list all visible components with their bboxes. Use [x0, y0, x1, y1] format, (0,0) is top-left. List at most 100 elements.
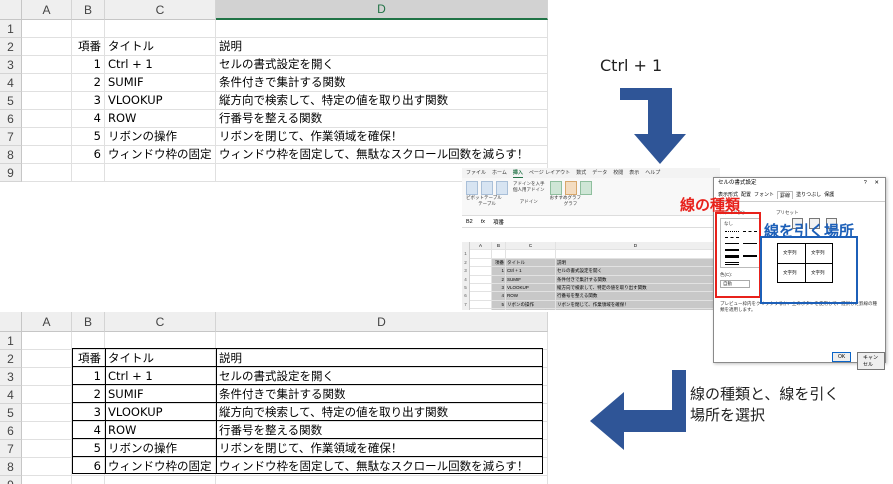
map-icon[interactable]	[564, 181, 577, 195]
pivot-table-icon[interactable]	[466, 181, 478, 195]
cell-d[interactable]: 縦方向で検索して、特定の値を取り出す関数	[216, 92, 548, 110]
row-number[interactable]: 8	[0, 458, 22, 476]
row-number[interactable]: 9	[0, 476, 22, 484]
cell-a[interactable]	[22, 386, 72, 404]
cell-b[interactable]	[72, 476, 105, 484]
mini-row-number[interactable]: 7	[462, 300, 470, 310]
cell-c[interactable]: タイトル	[105, 38, 216, 56]
cell-c[interactable]: ウィンドウ枠の固定	[105, 458, 216, 476]
mini-cell[interactable]	[470, 300, 492, 310]
mini-cell[interactable]: リボンの操作	[506, 300, 556, 310]
mini-column-header[interactable]: C	[506, 242, 556, 251]
cell-b[interactable]: 4	[72, 110, 105, 128]
cell-b[interactable]: 2	[72, 74, 105, 92]
row-number[interactable]: 4	[0, 386, 22, 404]
cell-c[interactable]	[105, 164, 216, 182]
mini-column-header[interactable]: D	[556, 242, 716, 251]
mini-cell[interactable]: Ctrl + 1	[506, 267, 556, 276]
mini-row-number[interactable]: 4	[462, 275, 470, 284]
column-header-d[interactable]: D	[216, 0, 548, 20]
cell-a[interactable]	[22, 458, 72, 476]
mini-cell[interactable]	[470, 275, 492, 284]
cell-b[interactable]: 3	[72, 92, 105, 110]
cell-a[interactable]	[22, 56, 72, 74]
ribbon-item-label[interactable]: 個人用アドイン	[513, 187, 545, 193]
mini-cell[interactable]: SUMIF	[506, 275, 556, 284]
dialog-tab[interactable]: フォント	[754, 191, 774, 199]
cell-b[interactable]: 5	[72, 128, 105, 146]
row-number[interactable]: 2	[0, 38, 22, 56]
ok-button[interactable]: OK	[832, 352, 852, 362]
column-header-c[interactable]: C	[105, 0, 216, 20]
cancel-button[interactable]: キャンセル	[857, 352, 885, 370]
mini-cell[interactable]: セルの書式設定を開く	[556, 267, 716, 276]
row-number[interactable]: 9	[0, 164, 22, 182]
dialog-tab[interactable]: 罫線	[777, 191, 794, 199]
cell-c[interactable]: VLOOKUP	[105, 92, 216, 110]
mini-row-number[interactable]: 1	[462, 250, 470, 259]
mini-cell[interactable]: 3	[492, 283, 506, 293]
mini-cell[interactable]: タイトル	[506, 258, 556, 268]
mini-cell[interactable]	[470, 283, 492, 293]
mini-cell[interactable]: 説明	[556, 258, 716, 268]
ribbon-tab[interactable]: 校閲	[613, 168, 623, 178]
mini-cell[interactable]: ウィンドウ枠の固定	[506, 309, 556, 310]
cell-b[interactable]: 項番	[72, 38, 105, 56]
cell-a[interactable]	[22, 110, 72, 128]
mini-cell[interactable]: ROW	[506, 292, 556, 301]
cell-c[interactable]: Ctrl + 1	[105, 56, 216, 74]
mini-row-number[interactable]: 8	[462, 309, 470, 310]
column-header-d[interactable]: D	[216, 312, 548, 332]
mini-cell[interactable]	[470, 267, 492, 276]
recommended-pivot-icon[interactable]	[481, 181, 493, 195]
column-header-a[interactable]: A	[22, 312, 72, 332]
cell-c[interactable]	[105, 476, 216, 484]
cell-d[interactable]: 条件付きで集計する関数	[216, 74, 548, 92]
cell-c[interactable]: ROW	[105, 110, 216, 128]
mini-cell[interactable]	[470, 309, 492, 310]
name-box[interactable]: B2	[466, 219, 473, 225]
mini-cell[interactable]: 条件付きで集計する関数	[556, 275, 716, 284]
row-number[interactable]: 2	[0, 350, 22, 368]
mini-cell[interactable]	[470, 258, 492, 268]
recommended-chart-icon[interactable]	[549, 181, 562, 195]
row-number[interactable]: 6	[0, 422, 22, 440]
ribbon-tab[interactable]: データ	[592, 168, 607, 178]
mini-cell[interactable]: 1	[492, 267, 506, 276]
ribbon-tab[interactable]: 数式	[576, 168, 586, 178]
cell-a[interactable]	[22, 332, 72, 350]
column-header-b[interactable]: B	[72, 312, 105, 332]
cell-c[interactable]	[105, 20, 216, 38]
cell-b[interactable]: 6	[72, 146, 105, 164]
mini-cell[interactable]: 6	[492, 309, 506, 310]
pivot-chart-icon[interactable]	[579, 181, 592, 195]
mini-row-number[interactable]: 2	[462, 258, 470, 268]
mini-cell[interactable]: 行番号を整える関数	[556, 292, 716, 301]
cell-c[interactable]: ウィンドウ枠の固定	[105, 146, 216, 164]
ribbon-tab[interactable]: ヘルプ	[645, 168, 660, 178]
column-header-b[interactable]: B	[72, 0, 105, 20]
mini-cell[interactable]	[470, 292, 492, 301]
dialog-controls[interactable]: ? ✕	[864, 178, 885, 189]
cell-d[interactable]: ウィンドウ枠を固定して、無駄なスクロール回数を減らす！	[216, 146, 548, 164]
row-number[interactable]: 5	[0, 404, 22, 422]
row-number[interactable]: 3	[0, 56, 22, 74]
cell-b[interactable]	[72, 332, 105, 350]
ribbon-tab[interactable]: ページ レイアウト	[529, 168, 570, 178]
cell-d[interactable]	[216, 476, 548, 484]
cell-a[interactable]	[22, 440, 72, 458]
cell-d[interactable]: リボンを閉じて、作業領域を確保！	[216, 128, 548, 146]
cell-a[interactable]	[22, 20, 72, 38]
mini-row-number[interactable]: 6	[462, 292, 470, 301]
row-number[interactable]: 7	[0, 440, 22, 458]
ribbon-tab[interactable]: 表示	[629, 168, 639, 178]
cell-a[interactable]	[22, 368, 72, 386]
row-number[interactable]: 1	[0, 20, 22, 38]
cell-d[interactable]	[216, 332, 548, 350]
mini-cell[interactable]	[470, 250, 492, 259]
cell-a[interactable]	[22, 164, 72, 182]
row-number[interactable]: 5	[0, 92, 22, 110]
mini-cell[interactable]	[556, 250, 716, 259]
mini-cell[interactable]: リボンを閉じて、作業領域を確保！	[556, 300, 716, 310]
mini-column-header[interactable]: A	[470, 242, 492, 251]
